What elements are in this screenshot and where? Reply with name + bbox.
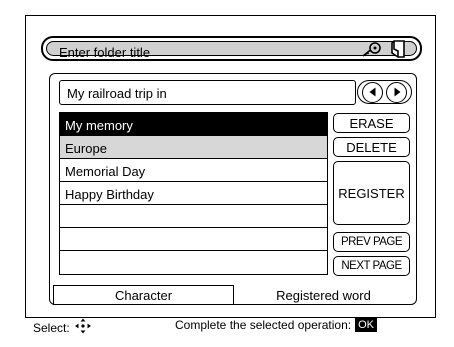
title-label: Enter folder title	[59, 45, 151, 60]
select-label: Select:	[33, 320, 70, 335]
list-item[interactable]: Memorial Day	[60, 159, 327, 182]
register-button[interactable]: REGISTER	[333, 161, 410, 225]
delete-button[interactable]: DELETE	[333, 137, 410, 157]
tab-character[interactable]: Character	[53, 285, 234, 305]
title-bar: Enter folder title	[41, 36, 422, 61]
complete-label: Complete the selected operation:	[175, 318, 352, 332]
tab-registered-word[interactable]: Registered word	[234, 285, 413, 305]
right-arrow-icon[interactable]	[386, 81, 407, 103]
erase-button[interactable]: ERASE	[333, 113, 410, 133]
dpad-icon	[73, 318, 93, 337]
list-item[interactable]: Happy Birthday	[60, 182, 327, 205]
list-item[interactable]: Europe	[60, 136, 327, 159]
tab-bar: Character Registered word	[53, 285, 413, 305]
list-item[interactable]	[60, 228, 327, 251]
title-input[interactable]: My railroad trip in	[59, 80, 356, 105]
list-item[interactable]: My memory	[60, 113, 327, 136]
prev-page-button[interactable]: PREV PAGE	[333, 232, 410, 252]
footer-hints: Select: Complete the selected operation:…	[0, 316, 454, 336]
folder-list: My memory Europe Memorial Day Happy Birt…	[59, 112, 328, 275]
ok-badge: OK	[355, 318, 378, 332]
left-arrow-icon[interactable]	[362, 81, 383, 103]
key-icon	[360, 40, 384, 63]
next-page-button[interactable]: NEXT PAGE	[333, 256, 410, 276]
document-icon	[390, 40, 406, 63]
list-item[interactable]	[60, 251, 327, 275]
arrow-controls	[357, 80, 412, 104]
list-item[interactable]	[60, 205, 327, 228]
